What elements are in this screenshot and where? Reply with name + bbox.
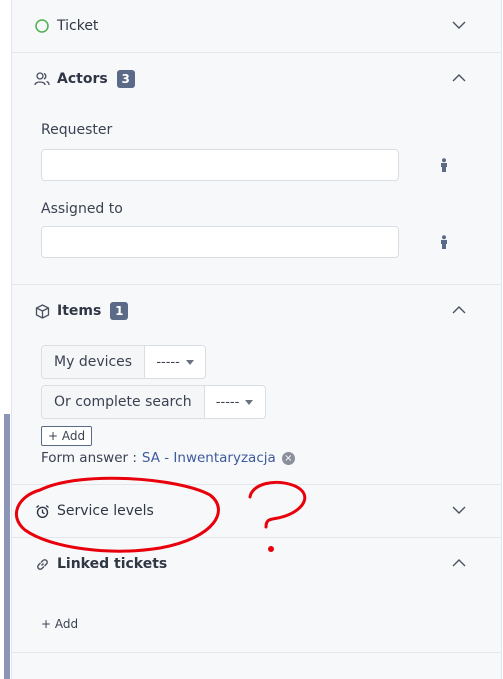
section-ticket: Ticket	[12, 0, 501, 53]
form-answer: Form answer : SA - Inwentaryzacja ×	[41, 450, 295, 466]
remove-icon[interactable]: ×	[281, 451, 295, 465]
section-items-title: Items	[57, 303, 102, 319]
section-ticket-title: Ticket	[57, 18, 99, 34]
section-actors-title: Actors	[57, 71, 108, 87]
section-service-levels-title: Service levels	[57, 503, 154, 519]
chevron-up-icon[interactable]	[451, 555, 467, 571]
section-linked-tickets-header[interactable]: Linked tickets	[12, 538, 501, 590]
section-linked-tickets-title: Linked tickets	[57, 556, 168, 572]
form-answer-link[interactable]: SA - Inwentaryzacja	[142, 450, 276, 466]
complete-search-select-value: -----	[215, 394, 240, 410]
complete-search-select[interactable]: -----	[205, 386, 265, 418]
users-icon	[33, 70, 51, 88]
section-linked-tickets: Linked tickets	[12, 538, 501, 653]
assigned-to-label: Assigned to	[41, 201, 123, 217]
requester-label: Requester	[41, 122, 113, 138]
section-ticket-header[interactable]: Ticket	[12, 0, 501, 52]
complete-search-label: Or complete search	[42, 386, 205, 418]
requester-input[interactable]	[41, 149, 399, 181]
section-service-levels: Service levels	[12, 485, 501, 538]
complete-search-field: Or complete search -----	[41, 385, 266, 419]
caret-down-icon	[185, 359, 194, 365]
chevron-up-icon[interactable]	[451, 302, 467, 318]
add-item-button[interactable]: + Add	[41, 426, 93, 446]
section-actors: Actors 3 Requester Assigned to	[12, 53, 501, 285]
ticket-side-panel: Ticket Actors 3 Requester Assigned to It…	[11, 0, 502, 679]
section-items-header[interactable]: Items 1	[12, 285, 501, 337]
items-count-badge: 1	[110, 302, 129, 320]
status-circle-icon	[33, 17, 51, 35]
caret-down-icon	[245, 399, 254, 405]
left-accent-bar	[4, 414, 10, 679]
form-answer-label: Form answer :	[41, 450, 137, 466]
alarm-clock-icon	[33, 502, 51, 520]
my-devices-select-value: -----	[156, 354, 180, 370]
my-devices-field: My devices -----	[41, 345, 207, 379]
person-icon[interactable]	[438, 158, 450, 172]
link-icon	[33, 555, 51, 573]
add-linked-ticket-button[interactable]: + Add	[41, 617, 78, 631]
assigned-to-input[interactable]	[41, 226, 399, 258]
my-devices-label: My devices	[42, 346, 146, 378]
box-icon	[33, 302, 51, 320]
actors-count-badge: 3	[116, 70, 135, 88]
person-icon[interactable]	[438, 235, 450, 249]
chevron-up-icon[interactable]	[451, 70, 467, 86]
my-devices-select[interactable]: -----	[145, 346, 205, 378]
section-actors-header[interactable]: Actors 3	[12, 53, 501, 105]
section-service-levels-header[interactable]: Service levels	[12, 485, 501, 537]
chevron-down-icon[interactable]	[451, 502, 467, 518]
chevron-down-icon[interactable]	[451, 17, 467, 33]
